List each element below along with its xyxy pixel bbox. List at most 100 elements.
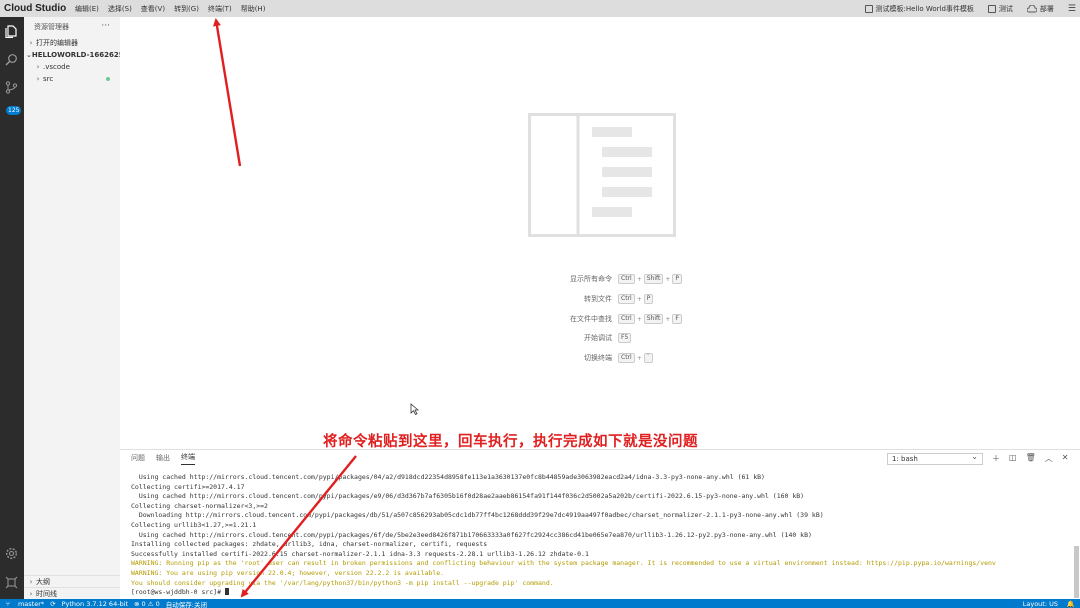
- project-label: HELLOWORLD-1662625619: [31, 51, 120, 59]
- terminal-output[interactable]: Using cached http://mirrors.cloud.tencen…: [131, 473, 1071, 598]
- tab-output[interactable]: 输出: [156, 453, 170, 465]
- tree-item-label: src: [43, 75, 54, 83]
- open-editors-section[interactable]: › 打开的编辑器: [24, 37, 120, 49]
- settings-icon[interactable]: [5, 547, 18, 560]
- terminal-scrollbar[interactable]: [1074, 546, 1079, 598]
- tree-item-label: .vscode: [43, 63, 70, 71]
- key: P: [672, 274, 683, 284]
- panel-actions: ＋ ◫ 🗑 ︿ ✕: [992, 453, 1068, 464]
- remote-icon[interactable]: [5, 576, 18, 589]
- git-branch[interactable]: ⑂ master*: [6, 600, 44, 608]
- chevron-right-icon: ›: [29, 577, 33, 586]
- tab-terminal[interactable]: 终端: [181, 452, 195, 465]
- terminal-cursor: [224, 588, 229, 596]
- menu-goto[interactable]: 转到(G): [174, 4, 199, 14]
- terminal-select[interactable]: 1: bash: [887, 452, 983, 465]
- key: `: [643, 353, 653, 363]
- key-plus: +: [665, 315, 671, 323]
- chevron-right-icon: ›: [36, 75, 40, 83]
- bell-icon[interactable]: 🔔: [1067, 600, 1075, 608]
- shortcut-label: 开始调试: [584, 334, 612, 342]
- key-plus: +: [665, 275, 671, 283]
- shortcut-find-in-files: 在文件中查找 Ctrl + Shift + F: [500, 314, 700, 324]
- key: F: [672, 314, 682, 324]
- sync-icon[interactable]: ⟳: [50, 600, 55, 608]
- test-button[interactable]: 测试: [987, 4, 1013, 14]
- trash-icon[interactable]: 🗑: [1026, 453, 1036, 464]
- shortcut-label: 显示所有命令: [570, 275, 612, 283]
- terminal-line: Using cached http://mirrors.cloud.tencen…: [131, 473, 765, 481]
- files-icon[interactable]: [5, 25, 18, 38]
- autosave-status[interactable]: 自动保存:关闭: [166, 599, 207, 608]
- keyboard-layout[interactable]: Layout: US: [1023, 600, 1058, 608]
- modified-dot: [106, 77, 110, 81]
- shortcut-label: 在文件中查找: [570, 315, 612, 323]
- chevron-up-icon[interactable]: ︿: [1045, 453, 1053, 464]
- terminal-prompt[interactable]: [root@ws-wjddbh-0 src]#: [131, 588, 1071, 598]
- explorer-title: 资源管理器: [34, 23, 69, 31]
- plus-icon[interactable]: ＋: [992, 453, 1000, 464]
- project-section[interactable]: ⌄ HELLOWORLD-1662625619: [24, 49, 120, 61]
- menu-view[interactable]: 查看(V): [141, 4, 165, 14]
- status-bar: ⑂ master* ⟳ Python 3.7.12 64-bit ⊗ 0 ⚠ 0…: [0, 599, 1080, 608]
- editor-watermark-icon: [528, 113, 676, 237]
- outline-section[interactable]: › 大纲: [24, 575, 120, 587]
- deploy-button[interactable]: 部署: [1026, 4, 1054, 14]
- template-icon: [864, 4, 873, 13]
- activity-bar: 125: [0, 17, 24, 599]
- python-interpreter[interactable]: Python 3.7.12 64-bit: [62, 600, 128, 608]
- prompt-text: [root@ws-wjddbh-0 src]#: [131, 588, 225, 597]
- menu-terminal[interactable]: 终端(T): [208, 4, 232, 14]
- key-plus: +: [636, 295, 642, 303]
- menu-help[interactable]: 帮助(H): [241, 4, 266, 14]
- terminal-line: Collecting urllib3<1.27,>=1.21.1: [131, 520, 257, 529]
- editor-area[interactable]: 显示所有命令 Ctrl + Shift + P 转到文件 Ctrl + P 在文件中查找 C…: [120, 17, 1080, 449]
- test-icon: [987, 4, 996, 13]
- source-control-badge: 125: [6, 106, 22, 115]
- explorer-sidebar: 资源管理器 ··· › 打开的编辑器 ⌄ HELLOWORLD-16626256…: [24, 17, 120, 599]
- terminal-line: Collecting charset-normalizer<3,>=2: [131, 501, 268, 510]
- split-icon[interactable]: ◫: [1009, 453, 1017, 464]
- key: Ctrl: [618, 314, 635, 324]
- menu-bar: 编辑(E) 选择(S) 查看(V) 转到(G) 终端(T) 帮助(H): [72, 4, 265, 14]
- terminal-line: Installing collected packages: zhdate, u…: [131, 540, 488, 549]
- chevron-right-icon: ›: [36, 63, 40, 71]
- terminal-line: Using cached http://mirrors.cloud.tencen…: [131, 530, 812, 539]
- menu-select[interactable]: 选择(S): [108, 4, 132, 14]
- deploy-label: 部署: [1039, 4, 1054, 13]
- terminal-line: You should consider upgrading via the '/…: [131, 578, 554, 587]
- key-plus: +: [636, 354, 642, 362]
- test-template-button[interactable]: 测试模板:Hello World事件模板: [864, 4, 974, 14]
- shortcut-goto-file: 转到文件 Ctrl + P: [500, 294, 700, 304]
- terminal-line: Collecting certifi>=2017.4.17: [131, 482, 245, 491]
- tab-problems[interactable]: 问题: [131, 453, 145, 465]
- source-control-icon[interactable]: [5, 81, 18, 94]
- problems-count[interactable]: ⊗ 0 ⚠ 0: [134, 600, 160, 608]
- terminal-line: Using cached http://mirrors.cloud.tencen…: [131, 492, 805, 501]
- deploy-icon: [1026, 4, 1037, 12]
- menu-more-icon[interactable]: ☰: [1068, 4, 1076, 14]
- timeline-section[interactable]: › 时间线: [24, 587, 120, 599]
- open-editors-label: 打开的编辑器: [36, 39, 78, 47]
- key: Ctrl: [618, 353, 635, 363]
- tree-item-src[interactable]: › src: [24, 73, 120, 85]
- search-icon[interactable]: [5, 53, 18, 66]
- shortcut-label: 切换终端: [584, 354, 612, 362]
- timeline-label: 时间线: [36, 589, 57, 598]
- key: Ctrl: [618, 294, 635, 304]
- key: F5: [618, 333, 632, 343]
- mouse-cursor-icon: [410, 403, 419, 415]
- terminal-line: Successfully installed certifi-2022.6.15…: [131, 549, 589, 558]
- tree-item-vscode[interactable]: › .vscode: [24, 61, 120, 73]
- menu-edit[interactable]: 编辑(E): [75, 4, 99, 14]
- key: Ctrl: [618, 274, 635, 284]
- title-bar: Cloud Studio 编辑(E) 选择(S) 查看(V) 转到(G) 终端(…: [0, 0, 1080, 17]
- titlebar-actions: 测试模板:Hello World事件模板 测试 部署 ☰: [864, 0, 1076, 17]
- explorer-more-button[interactable]: ···: [101, 21, 110, 31]
- close-icon[interactable]: ✕: [1062, 453, 1069, 464]
- shortcut-toggle-terminal: 切换终端 Ctrl + `: [500, 353, 700, 363]
- outline-label: 大纲: [36, 577, 50, 586]
- key: P: [643, 294, 654, 304]
- shortcut-label: 转到文件: [584, 295, 612, 303]
- explorer-header: 资源管理器 ···: [24, 17, 120, 37]
